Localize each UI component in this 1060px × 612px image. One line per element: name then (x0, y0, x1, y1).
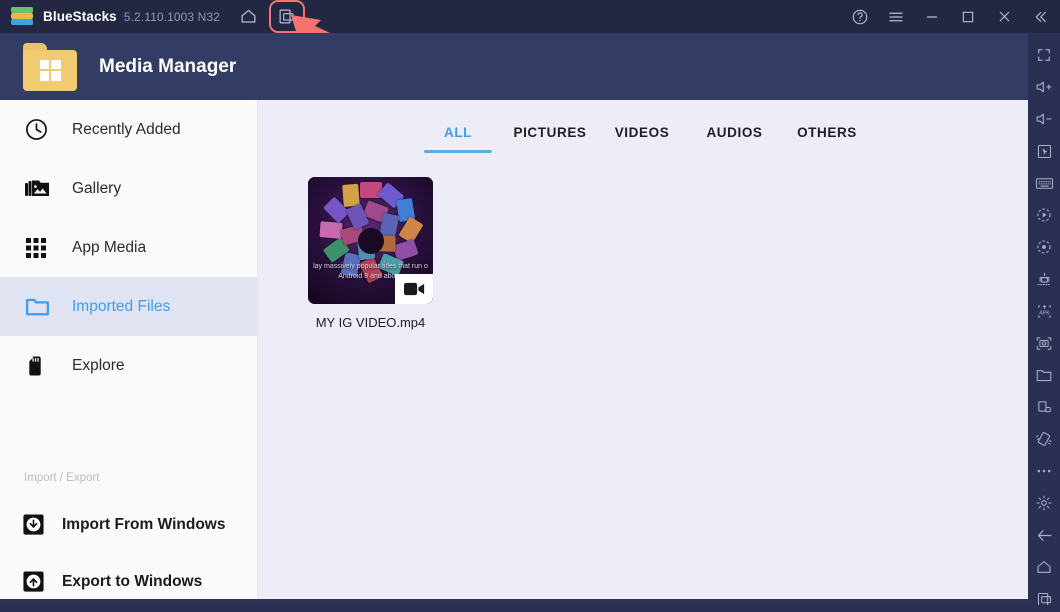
volume-up-icon[interactable] (1028, 71, 1060, 103)
grid-dots-icon (24, 236, 58, 260)
body-area: Recently Added Gallery App Media Importe… (0, 100, 1028, 606)
import-from-windows-button[interactable]: Import From Windows (0, 496, 258, 553)
photo-stack-icon (24, 176, 58, 202)
bluestacks-window: BlueStacks 5.2.110.1003 N32 Media Manage… (0, 0, 1060, 612)
media-file-name: MY IG VIDEO.mp4 (315, 315, 426, 330)
windows-folder-icon (23, 42, 77, 91)
tab-others[interactable]: OTHERS (781, 125, 873, 153)
sd-card-icon (24, 354, 58, 378)
shake-icon[interactable] (1028, 423, 1060, 455)
help-icon[interactable] (844, 1, 876, 32)
multi-instance-icon[interactable] (272, 2, 302, 32)
multi-instance-sync-icon[interactable] (1028, 263, 1060, 295)
svg-text:APK: APK (1039, 310, 1050, 316)
pip-icon[interactable] (1028, 391, 1060, 423)
fullscreen-icon[interactable] (1028, 39, 1060, 71)
sidebar-item-label: Explore (72, 356, 125, 374)
bluestacks-logo-icon (11, 6, 33, 27)
content-area: ALL PICTURES VIDEOS AUDIOS OTHERS lay ma… (258, 100, 1028, 606)
sidebar-item-recently-added[interactable]: Recently Added (0, 100, 257, 159)
media-type-tabs: ALL PICTURES VIDEOS AUDIOS OTHERS (258, 100, 1028, 153)
apk-install-icon[interactable]: APK (1028, 295, 1060, 327)
app-name: BlueStacks 5.2.110.1003 N32 (43, 9, 220, 24)
sidebar: Recently Added Gallery App Media Importe… (0, 100, 258, 606)
sidebar-item-explore[interactable]: Explore (0, 336, 257, 395)
clock-icon (24, 117, 58, 142)
titlebar-left-icon-group (234, 0, 305, 33)
thumbnail-tile (318, 221, 343, 240)
media-grid: lay massively popular titles that run o … (258, 153, 1028, 330)
minimize-icon[interactable] (916, 1, 948, 32)
video-camera-icon (395, 274, 433, 304)
sidebar-item-gallery[interactable]: Gallery (0, 159, 257, 218)
app-version-text: 5.2.110.1003 N32 (123, 10, 220, 24)
media-thumbnail[interactable]: lay massively popular titles that run o … (308, 177, 433, 304)
sidebar-item-imported-files[interactable]: Imported Files (0, 277, 257, 336)
thumbnail-caption-line1: lay massively popular titles that run o (313, 263, 428, 270)
title-bar: BlueStacks 5.2.110.1003 N32 (0, 0, 1060, 52)
tab-videos[interactable]: VIDEOS (596, 125, 688, 153)
sidebar-item-label: Recently Added (72, 120, 181, 138)
export-to-windows-label: Export to Windows (62, 572, 203, 590)
tab-pictures[interactable]: PICTURES (504, 125, 596, 153)
page-header: Media Manager (0, 33, 1028, 100)
back-arrow-icon[interactable] (1028, 519, 1060, 551)
home-nav-icon[interactable] (1028, 551, 1060, 583)
tab-all[interactable]: ALL (412, 125, 504, 153)
volume-down-icon[interactable] (1028, 103, 1060, 135)
import-down-icon (22, 513, 50, 536)
more-icon[interactable] (1028, 455, 1060, 487)
keyboard-icon[interactable] (1028, 167, 1060, 199)
record-icon[interactable] (1028, 231, 1060, 263)
maximize-icon[interactable] (952, 1, 984, 32)
page-title: Media Manager (99, 55, 237, 77)
titlebar-right-icon-group (844, 1, 1056, 32)
multi-instance-highlight-box (268, 0, 305, 33)
window-bottom-strip (0, 605, 1060, 612)
thumbnail-ring-hub (357, 227, 384, 254)
windows-logo-icon (39, 59, 61, 81)
tab-audios[interactable]: AUDIOS (688, 125, 781, 153)
cursor-pointer-icon[interactable] (1028, 135, 1060, 167)
screenshot-icon[interactable] (1028, 327, 1060, 359)
import-export-list: Import From Windows Export to Windows (0, 496, 258, 610)
media-folder-icon[interactable] (1028, 359, 1060, 391)
close-icon[interactable] (988, 1, 1020, 32)
media-card[interactable]: lay massively popular titles that run o … (308, 177, 433, 330)
import-from-windows-label: Import From Windows (62, 515, 226, 533)
export-up-icon (22, 570, 50, 593)
menu-icon[interactable] (880, 1, 912, 32)
macro-play-icon[interactable] (1028, 199, 1060, 231)
sidebar-item-app-media[interactable]: App Media (0, 218, 257, 277)
app-name-text: BlueStacks (43, 9, 117, 24)
sidebar-item-label: Imported Files (72, 297, 171, 315)
home-icon[interactable] (234, 2, 264, 32)
folder-icon (24, 293, 58, 320)
sidebar-item-label: Gallery (72, 179, 122, 197)
right-toolbar: APK (1028, 33, 1060, 606)
thumbnail-tile (359, 182, 382, 199)
sidebar-item-label: App Media (72, 238, 147, 256)
collapse-icon[interactable] (1024, 1, 1056, 32)
gear-icon[interactable] (1028, 487, 1060, 519)
import-export-section-label: Import / Export (24, 472, 100, 484)
